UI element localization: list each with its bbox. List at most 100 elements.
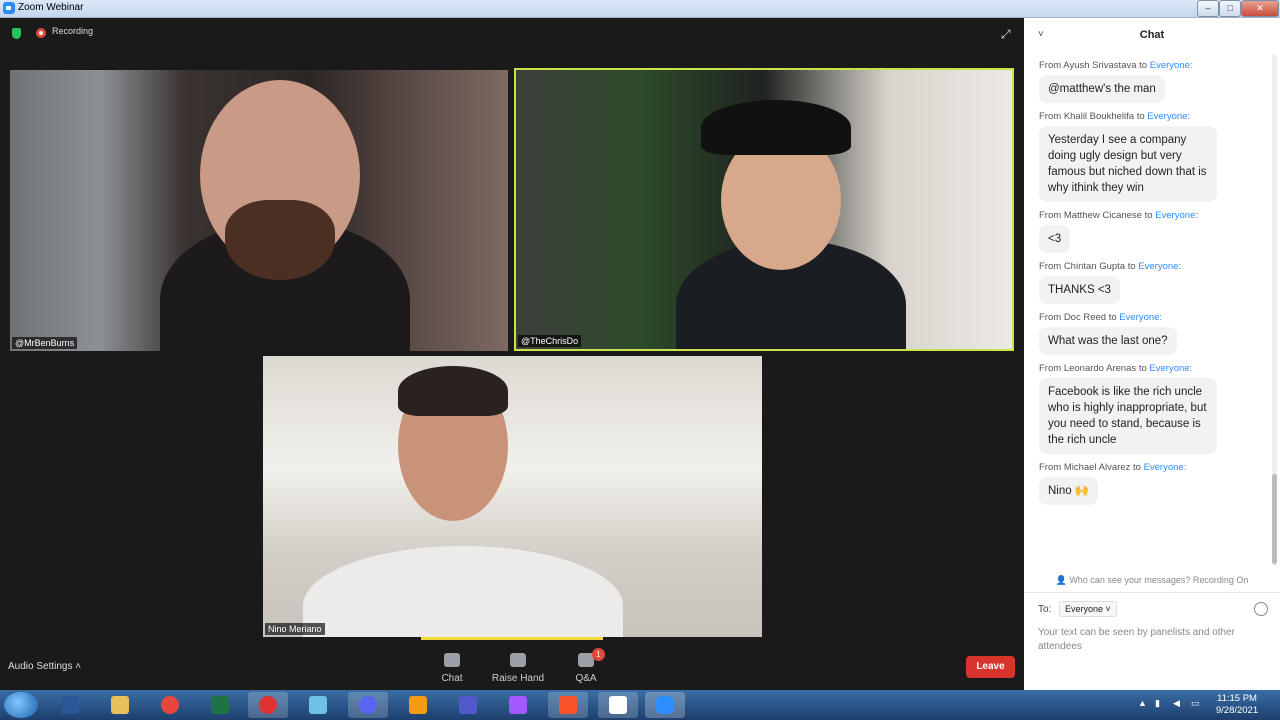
chat-message-list[interactable]: From Ayush Srivastava to Everyone: @matth… — [1039, 52, 1269, 562]
zoom-app-icon — [3, 2, 15, 14]
message-recipient: Everyone: — [1149, 363, 1193, 374]
participant-name-label: Nino Meriano — [265, 623, 325, 635]
raise-hand-label: Raise Hand — [491, 673, 545, 684]
from-prefix: From — [1039, 210, 1062, 221]
video-tile-chrisdo[interactable]: @TheChrisDo — [514, 68, 1014, 351]
message-recipient: Everyone: — [1149, 60, 1193, 71]
participant-silhouette — [303, 546, 623, 637]
emoji-icon[interactable] — [1254, 602, 1268, 616]
chat-input[interactable]: Your text can be seen by panelists and o… — [1038, 626, 1258, 654]
chat-message-bubble: THANKS <3 — [1039, 276, 1120, 304]
chevron-down-icon[interactable]: ˅ — [1038, 29, 1044, 41]
chat-icon — [444, 653, 460, 667]
from-prefix: From — [1039, 60, 1062, 71]
system-clock[interactable]: 11:15 PM 9/28/2021 — [1212, 693, 1262, 717]
chat-message-sender: From Michael Alvarez to Everyone: — [1039, 462, 1269, 473]
chrome-taskbar-icon[interactable] — [150, 692, 190, 718]
message-recipient: Everyone: — [1155, 210, 1198, 221]
message-recipient: Everyone: — [1138, 261, 1182, 272]
maximize-button[interactable]: □ — [1219, 0, 1241, 17]
chat-message-sender: From Ayush Srivastava to Everyone: — [1039, 60, 1269, 71]
sender-name: Khalil Boukhelifa — [1063, 111, 1135, 122]
to-word: to — [1108, 312, 1117, 323]
network-icon[interactable]: ▮ — [1155, 698, 1160, 709]
excel-taskbar-icon[interactable] — [200, 692, 240, 718]
chat-divider — [1024, 592, 1280, 593]
chat-message-sender: From Matthew Cicanese to Everyone: — [1039, 210, 1269, 221]
scrollbar-thumb[interactable] — [1272, 474, 1277, 564]
chat-message-bubble: Nino 🙌 — [1039, 477, 1099, 505]
chat-header: ˅ Chat — [1024, 18, 1280, 52]
notion-taskbar-icon[interactable] — [598, 692, 638, 718]
figma-taskbar-icon[interactable] — [498, 692, 538, 718]
security-shield-icon — [12, 28, 21, 39]
word-taskbar-icon[interactable] — [50, 692, 90, 718]
person-icon: 👤 — [1055, 575, 1070, 585]
chat-message-bubble: <3 — [1039, 225, 1071, 253]
fullscreen-icon[interactable]: ⤢ — [1001, 28, 1013, 40]
close-button[interactable]: ✕ — [1241, 0, 1279, 17]
windows-taskbar: ▲ ▮ ◀ ▭ 11:15 PM 9/28/2021 — [0, 690, 1280, 720]
chat-button[interactable]: Chat — [433, 653, 471, 684]
from-prefix: From — [1039, 363, 1062, 374]
discord-taskbar-icon[interactable] — [348, 692, 388, 718]
sender-name: Matthew Cicanese — [1063, 210, 1142, 221]
hair — [398, 366, 508, 416]
chat-message-bubble: What was the last one? — [1039, 327, 1177, 355]
chat-panel: ˅ Chat From Ayush Srivastava to Everyone… — [1024, 18, 1280, 690]
chat-message-sender: From Khalil Boukhelifa to Everyone: — [1039, 111, 1269, 122]
video-tile-nino[interactable]: Nino Meriano — [263, 356, 762, 637]
chat-message-sender: From Chintan Gupta to Everyone: — [1039, 261, 1269, 272]
folder-taskbar-icon[interactable] — [100, 692, 140, 718]
to-word: to — [1139, 60, 1148, 71]
raise-hand-button[interactable]: Raise Hand — [490, 653, 546, 684]
video-tile-benburns[interactable]: @MrBenBurns — [10, 70, 508, 351]
chat-scrollbar[interactable] — [1272, 54, 1277, 566]
cap-icon — [701, 100, 851, 155]
battery-icon[interactable]: ▭ — [1191, 698, 1200, 709]
chat-message-bubble: Yesterday I see a company doing ugly des… — [1039, 126, 1217, 202]
zoom-taskbar-icon[interactable] — [645, 692, 685, 718]
recipient-select[interactable]: Everyone ˅ — [1059, 601, 1117, 617]
sender-name: Chintan Gupta — [1063, 261, 1126, 272]
participant-name-label: @MrBenBurns — [12, 337, 78, 349]
meeting-area: Recording ⤢ @MrBenBurns @TheChrisDo Nino… — [0, 18, 1024, 690]
chat-message-sender: From Doc Reed to Everyone: — [1039, 312, 1269, 323]
volume-icon[interactable]: ◀ — [1173, 698, 1180, 709]
message-recipient: Everyone: — [1119, 312, 1163, 323]
chat-title: Chat — [1139, 29, 1165, 41]
to-word: to — [1132, 462, 1141, 473]
teams-taskbar-icon[interactable] — [448, 692, 488, 718]
show-hidden-icons[interactable]: ▲ — [1138, 698, 1147, 708]
active-speaker-indicator — [421, 637, 603, 640]
window-title: Zoom Webinar — [18, 2, 84, 13]
recording-icon — [36, 28, 46, 38]
clock-time: 11:15 PM — [1217, 693, 1257, 704]
notes-taskbar-icon[interactable] — [298, 692, 338, 718]
leave-button[interactable]: Leave — [966, 656, 1015, 678]
recipient-label: To: — [1038, 604, 1052, 615]
media-player-taskbar-icon[interactable] — [398, 692, 438, 718]
chat-message-bubble: Facebook is like the rich uncle who is h… — [1039, 378, 1217, 454]
clock-date: 9/28/2021 — [1215, 705, 1259, 716]
hand-icon — [510, 653, 526, 667]
to-word: to — [1136, 111, 1145, 122]
recipient-value: Everyone — [1065, 604, 1104, 614]
minimize-button[interactable]: – — [1197, 0, 1219, 17]
sender-name: Leonardo Arenas — [1063, 363, 1137, 374]
chevron-up-icon: ˄ — [75, 661, 82, 672]
to-word: to — [1127, 261, 1136, 272]
brave-taskbar-icon[interactable] — [548, 692, 588, 718]
chat-button-label: Chat — [441, 673, 463, 684]
to-word: to — [1138, 363, 1147, 374]
start-button[interactable] — [4, 692, 38, 718]
snipping-tool-taskbar-icon[interactable] — [248, 692, 288, 718]
from-prefix: From — [1039, 312, 1062, 323]
visibility-notice-text: Who can see your messages? Recording On — [1069, 575, 1249, 585]
chevron-down-icon: ˅ — [1105, 604, 1111, 614]
beard — [225, 200, 335, 280]
qa-button-label: Q&A — [575, 673, 597, 684]
audio-settings-button[interactable]: Audio Settings ˄ — [8, 661, 81, 672]
visibility-notice[interactable]: 👤 Who can see your messages? Recording O… — [1024, 575, 1280, 586]
recording-status: Recording — [52, 26, 94, 36]
